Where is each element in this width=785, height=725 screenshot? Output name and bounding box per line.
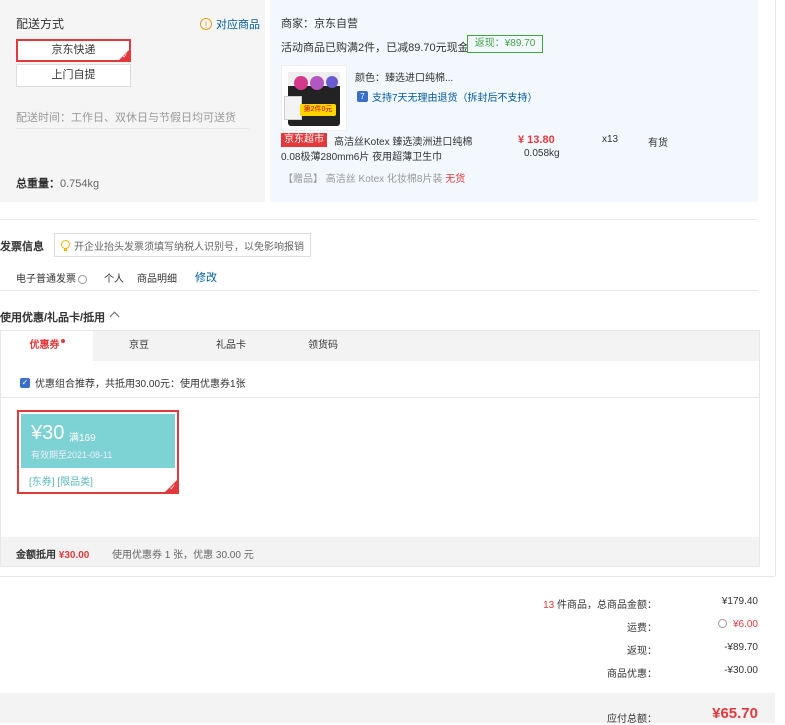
- matched-goods-link[interactable]: ! 对应商品: [200, 16, 260, 32]
- invoice-title: 发票信息: [0, 241, 44, 253]
- coupon-amount-desc: 使用优惠券 1 张，优惠 30.00 元: [112, 550, 254, 561]
- ship-option-pickup[interactable]: 上门自提: [16, 64, 131, 87]
- product-decor: [294, 76, 308, 90]
- tab-label: 京豆: [129, 340, 149, 351]
- amount-label-text: 金额抵用: [16, 550, 56, 561]
- coupon-header: ¥30 满169 有效期至2021-08-11: [21, 414, 175, 468]
- store-tag: 京东超市: [281, 133, 327, 147]
- return-policy: 7 支持7天无理由退货（拆封后不支持）: [357, 89, 538, 104]
- ship-option-jd-express[interactable]: 京东快递 ✓: [16, 39, 131, 62]
- product-image[interactable]: 第2件0元: [281, 65, 347, 131]
- ship-option-label: 上门自提: [51, 69, 96, 81]
- help-icon[interactable]: [78, 274, 87, 284]
- coupon-card[interactable]: ¥30 满169 有效期至2021-08-11 [东券] [限品类] ✓: [17, 410, 179, 494]
- coupon-amount-label: 金额抵用 ¥30.00: [16, 546, 89, 561]
- gift-line: 【赠品】 高洁丝 Kotex 化妆棉8片装 无货: [283, 170, 465, 185]
- invoice-type-label: 电子普通发票: [16, 274, 76, 285]
- promo-text: 活动商品已购满2件，已减89.70元现金: [281, 42, 469, 54]
- divider: [0, 290, 758, 291]
- product-title[interactable]: 高洁丝Kotex 臻选澳洲进口纯棉: [334, 133, 472, 148]
- invoice-edit-link[interactable]: 修改: [195, 269, 217, 285]
- divider: [775, 0, 776, 576]
- warning-icon: !: [200, 18, 212, 30]
- combo-text: 优惠组合推荐，共抵用30.00元：使用优惠券1张: [35, 379, 246, 390]
- invoice-tip: 开企业抬头发票须填写纳税人识别号，以免影响报销: [54, 233, 311, 257]
- total-weight: 总重量：0.754kg: [16, 175, 99, 191]
- shipping-amount: ¥6.00: [732, 619, 758, 630]
- invoice-person: 个人: [104, 274, 124, 285]
- tab-redeem-code[interactable]: 领货码: [277, 331, 369, 361]
- shipping-label: 运费：: [627, 623, 657, 634]
- tab-label: 领货码: [308, 340, 338, 351]
- divider: [1, 397, 759, 398]
- total-weight-label: 总重量：: [16, 178, 60, 190]
- gift-status: 无货: [445, 174, 466, 185]
- product-price: ¥ 13.80: [518, 134, 555, 146]
- coupon-expiry: 有效期至2021-08-11: [31, 450, 113, 460]
- gift-name: 高洁丝 Kotex 化妆棉8片装: [325, 174, 443, 185]
- product-title-line2[interactable]: 0.08极薄280mm6片 夜用超薄卫生巾: [281, 148, 442, 163]
- invoice-detail: 商品明细: [137, 274, 177, 285]
- ship-option-label: 京东快递: [51, 44, 96, 56]
- product-qty: x13: [602, 134, 619, 145]
- checkbox-checked-icon[interactable]: ✓: [20, 377, 30, 388]
- lightbulb-icon: [61, 239, 70, 251]
- delivery-time: 配送时间：工作日、双休日与节假日均可送货: [16, 112, 236, 124]
- tab-label: 优惠券: [29, 340, 60, 351]
- vendor-name: 商家：京东自营: [281, 18, 358, 30]
- coupon-tags: [东券] [限品类]: [29, 477, 93, 488]
- product-stock: 有货: [648, 138, 668, 149]
- info-icon[interactable]: [717, 619, 727, 628]
- product-promo-badge: 第2件0元: [300, 104, 336, 116]
- seven-day-return-icon: 7: [357, 91, 368, 102]
- coupon-condition: 满169: [69, 433, 96, 444]
- total-weight-value: 0.754kg: [60, 178, 100, 190]
- tab-coupons[interactable]: 优惠券: [1, 331, 93, 361]
- combo-recommend[interactable]: ✓ 优惠组合推荐，共抵用30.00元：使用优惠券1张: [20, 375, 246, 390]
- divider: [16, 128, 249, 129]
- coupon-section-label: 使用优惠/礼品卡/抵用: [0, 312, 106, 324]
- invoice-type: 电子普通发票: [16, 270, 87, 285]
- product-decor: [310, 76, 324, 90]
- check-icon: ✓: [169, 483, 176, 492]
- delivery-title: 配送方式: [16, 17, 65, 31]
- pay-total: ¥65.70: [712, 705, 758, 722]
- product-weight: 0.058kg: [524, 148, 560, 159]
- tab-jd-beans[interactable]: 京豆: [93, 331, 185, 361]
- tab-label: 礼品卡: [216, 340, 246, 351]
- amount-value: ¥30.00: [58, 550, 90, 561]
- matched-goods-label: 对应商品: [216, 19, 260, 31]
- product-color: 颜色：臻选进口纯棉...: [355, 73, 454, 84]
- shipping-value: ¥6.00: [658, 619, 758, 630]
- rebate-value: -¥89.70: [724, 642, 758, 653]
- chevron-up-icon: [109, 311, 120, 322]
- invoice-tip-text: 开企业抬头发票须填写纳税人识别号，以免影响报销: [74, 241, 304, 253]
- summary-total: ¥179.40: [721, 596, 758, 607]
- coupon-section-title[interactable]: 使用优惠/礼品卡/抵用: [0, 309, 120, 325]
- rebate-label: 返现：: [627, 646, 657, 657]
- new-dot-icon: [60, 339, 65, 343]
- discount-value: -¥30.00: [724, 665, 758, 676]
- gift-prefix: 【赠品】: [283, 174, 323, 185]
- return-policy-text: 支持7天无理由退货（拆封后不支持）: [372, 93, 538, 104]
- discount-label: 商品优惠：: [607, 669, 657, 680]
- product-decor: [326, 76, 338, 88]
- divider: [0, 219, 758, 220]
- tab-gift-card[interactable]: 礼品卡: [185, 331, 277, 361]
- coupon-amount: ¥30: [31, 422, 65, 444]
- summary-count: 13 件商品，总商品金额：: [497, 596, 657, 611]
- item-count-suffix: 件商品，总商品金额：: [557, 600, 657, 611]
- check-icon: ✓: [122, 53, 128, 60]
- divider: [0, 576, 775, 577]
- item-count: 13: [543, 600, 555, 611]
- rebate-badge: 返现：¥89.70: [467, 35, 543, 53]
